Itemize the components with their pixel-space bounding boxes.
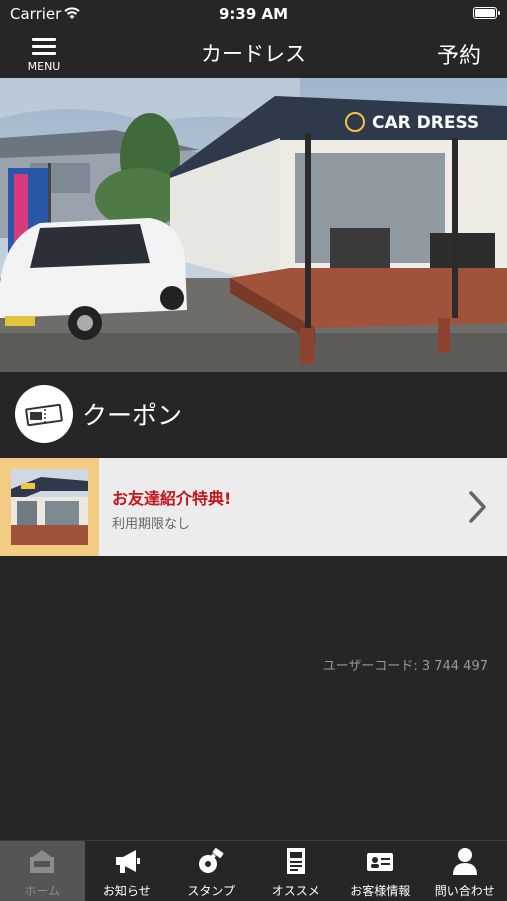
coupon-list-item[interactable]: お友達紹介特典! 利用期限なし [0, 458, 507, 556]
nav-bar: MENU カードレス 予約 [0, 28, 507, 78]
status-bar: Carrier 9:39 AM [0, 0, 507, 28]
person-icon [450, 846, 480, 876]
megaphone-icon [112, 846, 142, 876]
section-title: クーポン [82, 396, 182, 432]
newspaper-icon [281, 846, 311, 876]
tab-customer-info[interactable]: お客様情報 [338, 841, 423, 901]
home-icon [27, 846, 57, 876]
coupon-validity: 利用期限なし [112, 513, 190, 532]
page-title: カードレス [0, 38, 507, 68]
tab-bar: ホーム お知らせ スタンプ オススメ [0, 840, 507, 900]
hero-image: CAR DRESS [0, 78, 507, 372]
id-card-icon [365, 846, 395, 876]
shop-sign: CAR DRESS [372, 113, 479, 133]
coupon-title: お友達紹介特典! [112, 485, 231, 509]
coupon-thumbnail-frame [0, 458, 99, 556]
coupon-ticket-icon [15, 385, 73, 443]
hero-carousel[interactable]: CAR DRESS [0, 78, 507, 372]
tab-label: オススメ [254, 882, 339, 899]
coupon-section-header: クーポン [0, 372, 507, 458]
tab-home[interactable]: ホーム [0, 841, 85, 901]
coupon-thumbnail [11, 469, 88, 545]
tab-contact[interactable]: 問い合わせ [423, 841, 507, 901]
tab-label: スタンプ [169, 882, 254, 899]
reserve-button[interactable]: 予約 [437, 38, 481, 70]
user-code: ユーザーコード: 3 744 497 [323, 655, 488, 674]
tab-news[interactable]: お知らせ [85, 841, 170, 901]
tab-label: お知らせ [85, 882, 170, 899]
tab-label: ホーム [0, 882, 85, 899]
battery-icon [473, 7, 497, 19]
tab-label: 問い合わせ [423, 882, 507, 899]
stamp-icon [196, 846, 226, 876]
tab-recommend[interactable]: オススメ [254, 841, 339, 901]
chevron-right-icon [467, 490, 487, 524]
clock: 9:39 AM [0, 5, 507, 23]
tab-stamp[interactable]: スタンプ [169, 841, 254, 901]
tab-label: お客様情報 [338, 882, 423, 899]
